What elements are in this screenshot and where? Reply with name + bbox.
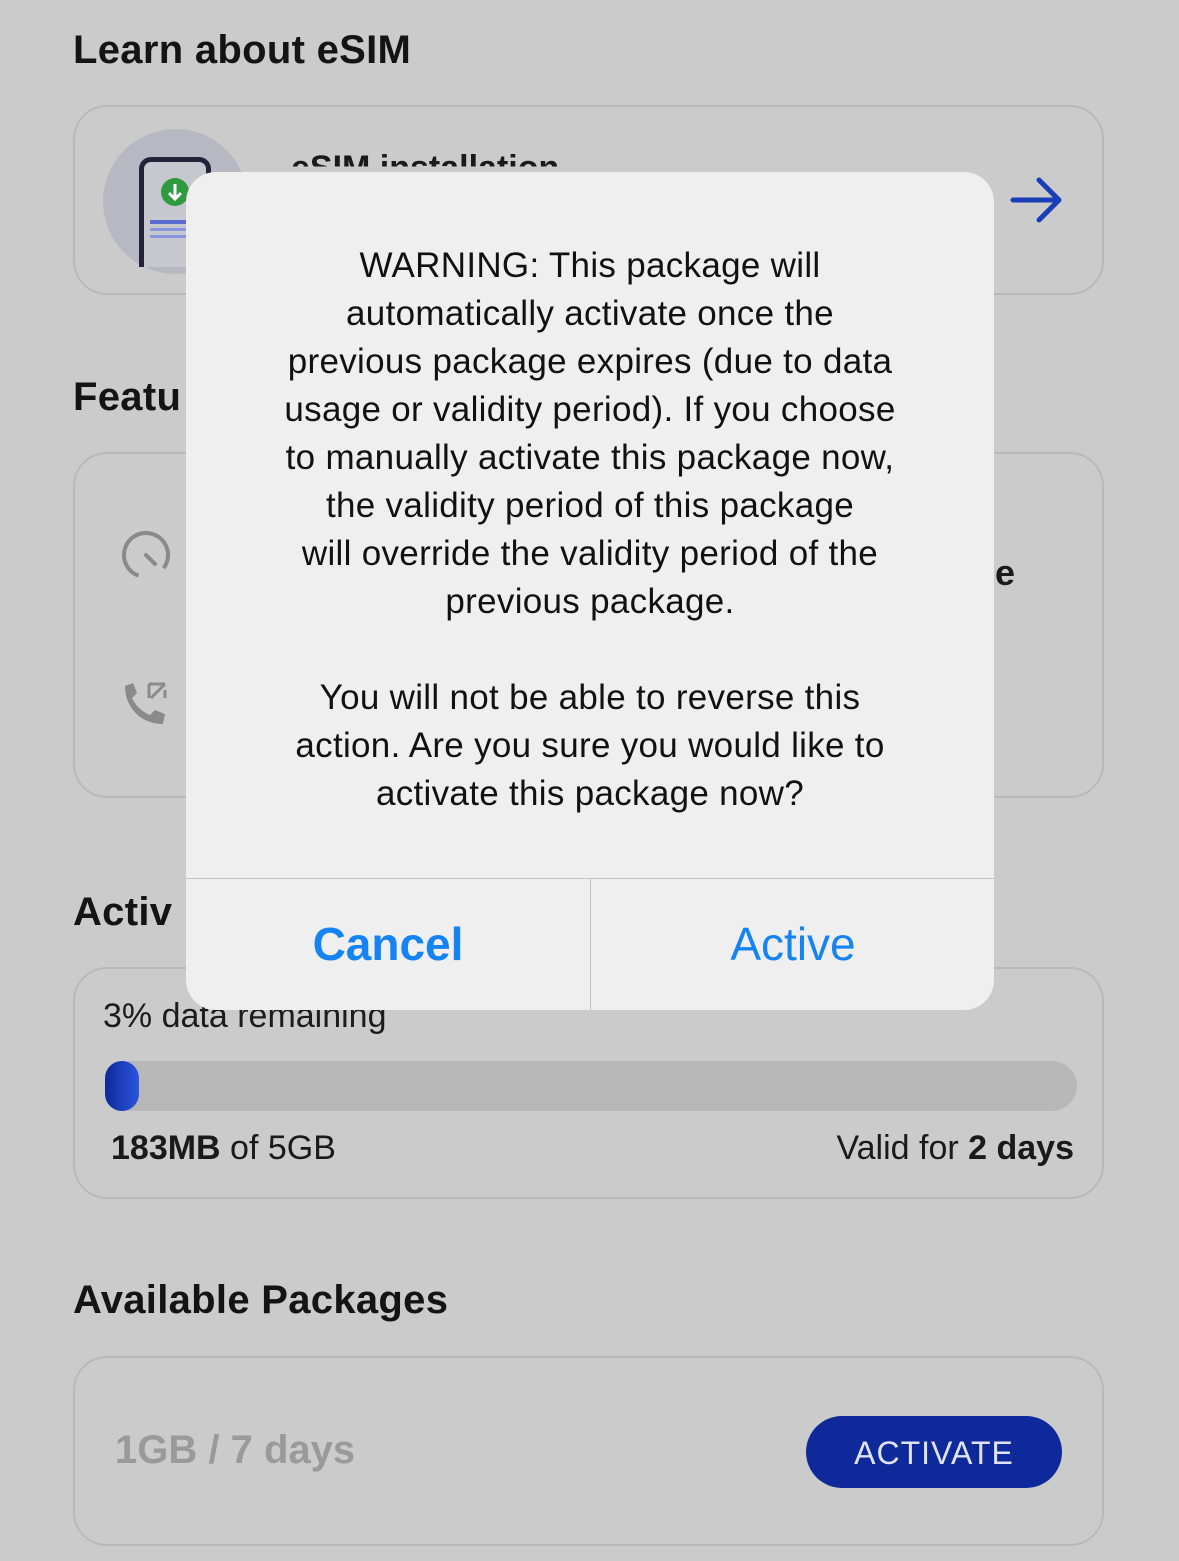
phone-call-icon (125, 682, 167, 724)
data-progress-bar (105, 1061, 1077, 1111)
valid-prefix: Valid for (836, 1129, 969, 1167)
activation-warning-dialog: WARNING: This package will automatically… (186, 172, 994, 1010)
packages-section-title: Available Packages (73, 1278, 449, 1322)
validity-text: Valid for 2 days (836, 1129, 1074, 1168)
confirm-active-button[interactable]: Active (591, 879, 994, 1010)
data-progress-fill (105, 1061, 139, 1111)
dialog-message: WARNING: This package will automatically… (284, 246, 896, 813)
learn-section-title: Learn about eSIM (73, 28, 412, 72)
valid-days: 2 days (968, 1129, 1074, 1167)
features-section-title: Featu (73, 375, 182, 419)
cancel-button[interactable]: Cancel (186, 879, 590, 1010)
usage-text: 183MB of 5GB (111, 1129, 336, 1168)
activate-button[interactable]: ACTIVATE (806, 1416, 1062, 1488)
active-section-title: Activ (73, 890, 173, 934)
speedometer-icon (122, 531, 170, 579)
package-card: 1GB / 7 days ACTIVATE (73, 1356, 1104, 1546)
used-amount: 183MB (111, 1129, 221, 1167)
arrow-right-icon[interactable] (1009, 172, 1065, 228)
feature-text-fragment: e (995, 552, 1016, 593)
total-amount: of 5GB (220, 1129, 336, 1167)
package-name: 1GB / 7 days (115, 1428, 356, 1472)
